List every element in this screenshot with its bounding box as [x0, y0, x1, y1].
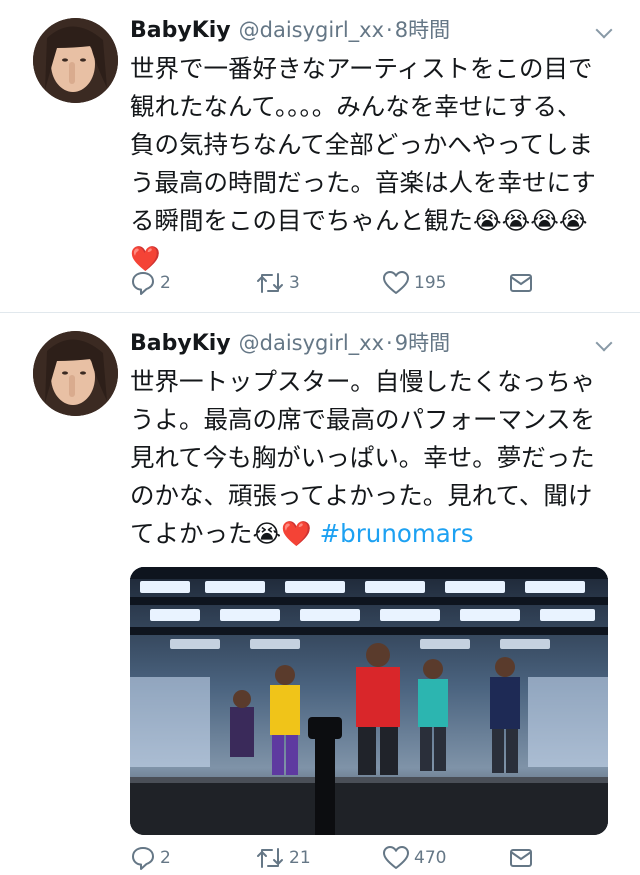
reply-icon: [130, 270, 156, 296]
like-button[interactable]: 470: [382, 845, 446, 871]
tweet[interactable]: BabyKiy @daisygirl_xx · 8時間 世界で一番好きなアーティ…: [0, 0, 640, 313]
share-icon: [508, 270, 534, 296]
share-icon: [508, 845, 534, 871]
user-handle[interactable]: @daisygirl_xx: [239, 18, 384, 42]
timestamp[interactable]: 9時間: [395, 327, 450, 357]
reply-button[interactable]: 2: [130, 270, 171, 296]
retweet-icon: [255, 845, 285, 871]
avatar[interactable]: [33, 18, 118, 103]
user-handle[interactable]: @daisygirl_xx: [239, 331, 384, 355]
share-button[interactable]: [508, 845, 534, 871]
like-button[interactable]: 195: [382, 270, 446, 296]
tweet-actions: 2 3 195: [130, 268, 624, 298]
retweet-icon: [255, 270, 285, 296]
separator-dot: ·: [386, 18, 393, 42]
retweet-button[interactable]: 21: [255, 845, 311, 871]
separator-dot: ·: [386, 331, 393, 355]
retweet-button[interactable]: 3: [255, 270, 300, 296]
timestamp[interactable]: 8時間: [395, 14, 450, 44]
reply-count: 2: [160, 848, 171, 868]
retweet-count: 3: [289, 273, 300, 293]
reply-button[interactable]: 2: [130, 845, 171, 871]
avatar[interactable]: [33, 331, 118, 416]
tweet-photo[interactable]: [130, 567, 608, 835]
tweet-text: 世界一トップスター。自慢したくなっちゃうよ。最高の席で最高のパフォーマンスを見れ…: [130, 363, 602, 553]
tweet-actions: 2 21 470: [130, 843, 624, 873]
hashtag-link[interactable]: #brunomars: [320, 519, 474, 548]
display-name[interactable]: BabyKiy: [130, 18, 231, 43]
heart-icon: [382, 845, 410, 871]
tweet-text: 世界で一番好きなアーティストをこの目で観れたなんて。。。。みんなを幸せにする、負…: [130, 54, 596, 273]
reply-count: 2: [160, 273, 171, 293]
like-count: 470: [414, 848, 447, 868]
reply-icon: [130, 845, 156, 871]
tweet[interactable]: BabyKiy @daisygirl_xx · 9時間 世界一トップスター。自慢…: [0, 313, 640, 875]
display-name[interactable]: BabyKiy: [130, 331, 231, 356]
heart-icon: [382, 270, 410, 296]
like-count: 195: [414, 273, 447, 293]
share-button[interactable]: [508, 270, 534, 296]
retweet-count: 21: [289, 848, 311, 868]
